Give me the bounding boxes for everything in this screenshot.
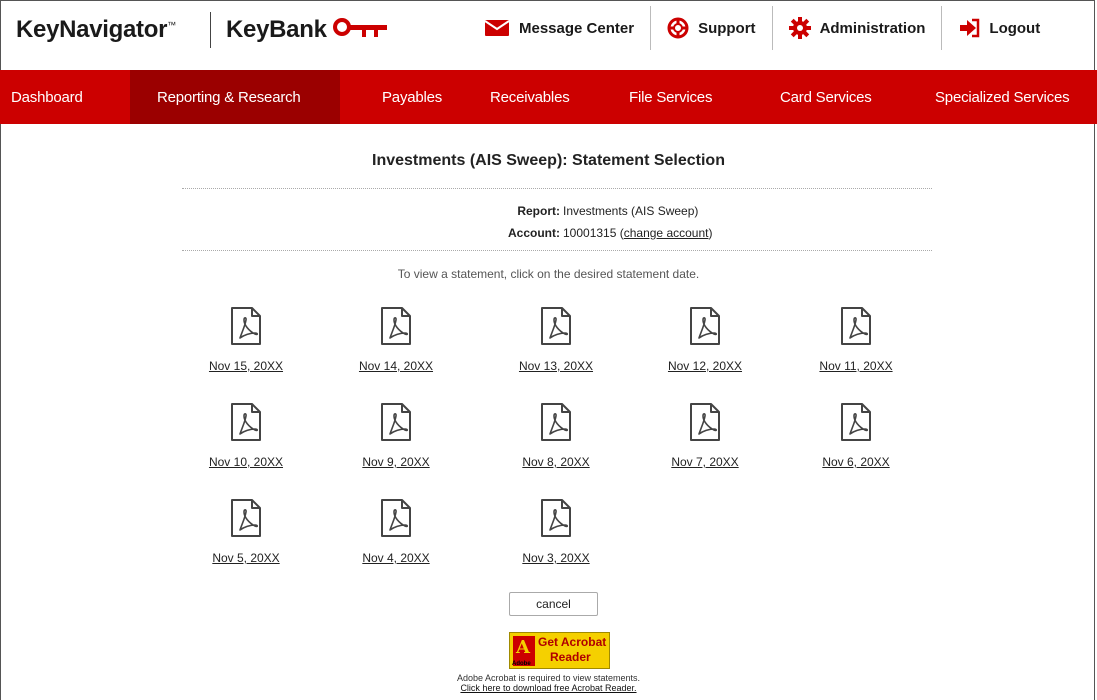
top-header: KeyNavigator™ KeyBank Message Center Sup… (0, 0, 1097, 70)
pdf-icon[interactable] (186, 306, 306, 346)
badge-line2: Reader (550, 650, 591, 664)
pdf-icon[interactable] (796, 402, 916, 442)
nav-specialized-services[interactable]: Specialized Services (927, 70, 1097, 124)
statement-date-link[interactable]: Nov 12, 20XX (645, 359, 765, 373)
statement-item[interactable]: Nov 6, 20XX (796, 402, 916, 469)
page-title: Investments (AIS Sweep): Statement Selec… (372, 152, 725, 169)
key-icon (333, 18, 387, 37)
statement-date-link[interactable]: Nov 14, 20XX (336, 359, 456, 373)
statement-item[interactable]: Nov 10, 20XX (186, 402, 306, 469)
nav-card-services-label: Card Services (780, 88, 872, 106)
divider-top (182, 188, 932, 189)
keybank-logo-text: KeyBank (226, 16, 327, 43)
acrobat-note: Adobe Acrobat is required to view statem… (0, 673, 1097, 693)
statement-date-link[interactable]: Nov 10, 20XX (186, 455, 306, 469)
support-link[interactable]: Support (650, 6, 772, 50)
statement-date-link[interactable]: Nov 3, 20XX (496, 551, 616, 565)
statement-item[interactable]: Nov 13, 20XX (496, 306, 616, 373)
divider-bottom (182, 250, 932, 251)
nav-dashboard[interactable]: Dashboard (0, 70, 130, 124)
support-label: Support (698, 19, 756, 37)
statement-item[interactable]: Nov 7, 20XX (645, 402, 765, 469)
top-links: Message Center Support Administration Lo… (470, 6, 1056, 50)
pdf-icon[interactable] (796, 306, 916, 346)
pdf-icon[interactable] (496, 306, 616, 346)
statement-date-link[interactable]: Nov 7, 20XX (645, 455, 765, 469)
main-nav: Dashboard Reporting & Research Payables … (0, 70, 1097, 124)
pdf-icon[interactable] (645, 402, 765, 442)
gear-icon (788, 17, 811, 39)
account-value-group: 10001315 (change account) (563, 226, 713, 240)
get-acrobat-reader-badge[interactable]: A Adobe Get Acrobat Reader (509, 632, 610, 669)
statement-date-link[interactable]: Nov 11, 20XX (796, 359, 916, 373)
account-label: Account: (508, 226, 560, 240)
statement-date-link[interactable]: Nov 6, 20XX (796, 455, 916, 469)
report-value: Investments (AIS Sweep) (563, 204, 699, 218)
keynavigator-logo[interactable]: KeyNavigator™ (16, 16, 176, 44)
pdf-icon[interactable] (645, 306, 765, 346)
report-label: Report: (517, 204, 560, 218)
pdf-icon[interactable] (186, 498, 306, 538)
pdf-icon[interactable] (336, 498, 456, 538)
nav-file-services[interactable]: File Services (625, 70, 775, 124)
keynavigator-logo-text: KeyNavigator (16, 16, 168, 43)
administration-link[interactable]: Administration (771, 6, 942, 50)
statement-item[interactable]: Nov 11, 20XX (796, 306, 916, 373)
nav-payables[interactable]: Payables (340, 70, 490, 124)
pdf-icon[interactable] (186, 402, 306, 442)
change-account-link[interactable]: change account (624, 226, 709, 240)
administration-label: Administration (819, 19, 926, 37)
message-center-link[interactable]: Message Center (470, 6, 650, 50)
adobe-logo-letter: A (516, 637, 530, 658)
statement-date-link[interactable]: Nov 9, 20XX (336, 455, 456, 469)
lifebuoy-icon (667, 17, 689, 39)
pdf-icon[interactable] (496, 498, 616, 538)
logout-icon (960, 18, 980, 38)
nav-specialized-services-label: Specialized Services (935, 88, 1070, 106)
account-value: 10001315 (563, 226, 617, 240)
statement-item[interactable]: Nov 8, 20XX (496, 402, 616, 469)
statement-item[interactable]: Nov 15, 20XX (186, 306, 306, 373)
keybank-logo[interactable]: KeyBank (226, 16, 327, 44)
statement-date-link[interactable]: Nov 5, 20XX (186, 551, 306, 565)
statement-item[interactable]: Nov 12, 20XX (645, 306, 765, 373)
download-acrobat-link[interactable]: Click here to download free Acrobat Read… (0, 683, 1097, 693)
pdf-icon[interactable] (336, 306, 456, 346)
logout-label: Logout (989, 19, 1041, 37)
nav-receivables-label: Receivables (490, 88, 570, 106)
statement-item[interactable]: Nov 4, 20XX (336, 498, 456, 565)
statement-date-link[interactable]: Nov 13, 20XX (496, 359, 616, 373)
nav-card-services[interactable]: Card Services (775, 70, 927, 124)
nav-payables-label: Payables (382, 88, 443, 106)
statement-item[interactable]: Nov 5, 20XX (186, 498, 306, 565)
trademark-mark: ™ (167, 20, 176, 30)
nav-reporting-research[interactable]: Reporting & Research (130, 70, 340, 124)
statement-date-link[interactable]: Nov 4, 20XX (336, 551, 456, 565)
acrobat-required-text: Adobe Acrobat is required to view statem… (456, 673, 641, 683)
nav-dashboard-label: Dashboard (11, 88, 83, 106)
statement-date-link[interactable]: Nov 8, 20XX (496, 455, 616, 469)
statement-date-link[interactable]: Nov 15, 20XX (186, 359, 306, 373)
instruction-text: To view a statement, click on the desire… (397, 267, 700, 281)
statement-item[interactable]: Nov 14, 20XX (336, 306, 456, 373)
nav-reporting-research-label: Reporting & Research (157, 88, 301, 106)
cancel-button[interactable]: cancel (509, 592, 598, 616)
statement-item[interactable]: Nov 3, 20XX (496, 498, 616, 565)
message-center-label: Message Center (519, 19, 635, 37)
envelope-icon (484, 20, 510, 36)
brand-divider (210, 12, 211, 48)
pdf-icon[interactable] (336, 402, 456, 442)
statement-item[interactable]: Nov 9, 20XX (336, 402, 456, 469)
nav-receivables[interactable]: Receivables (490, 70, 625, 124)
pdf-icon[interactable] (496, 402, 616, 442)
badge-line1: Get Acrobat (538, 635, 607, 649)
adobe-wordmark: Adobe (512, 661, 531, 667)
logout-link[interactable]: Logout (941, 6, 1056, 50)
nav-file-services-label: File Services (629, 88, 713, 106)
